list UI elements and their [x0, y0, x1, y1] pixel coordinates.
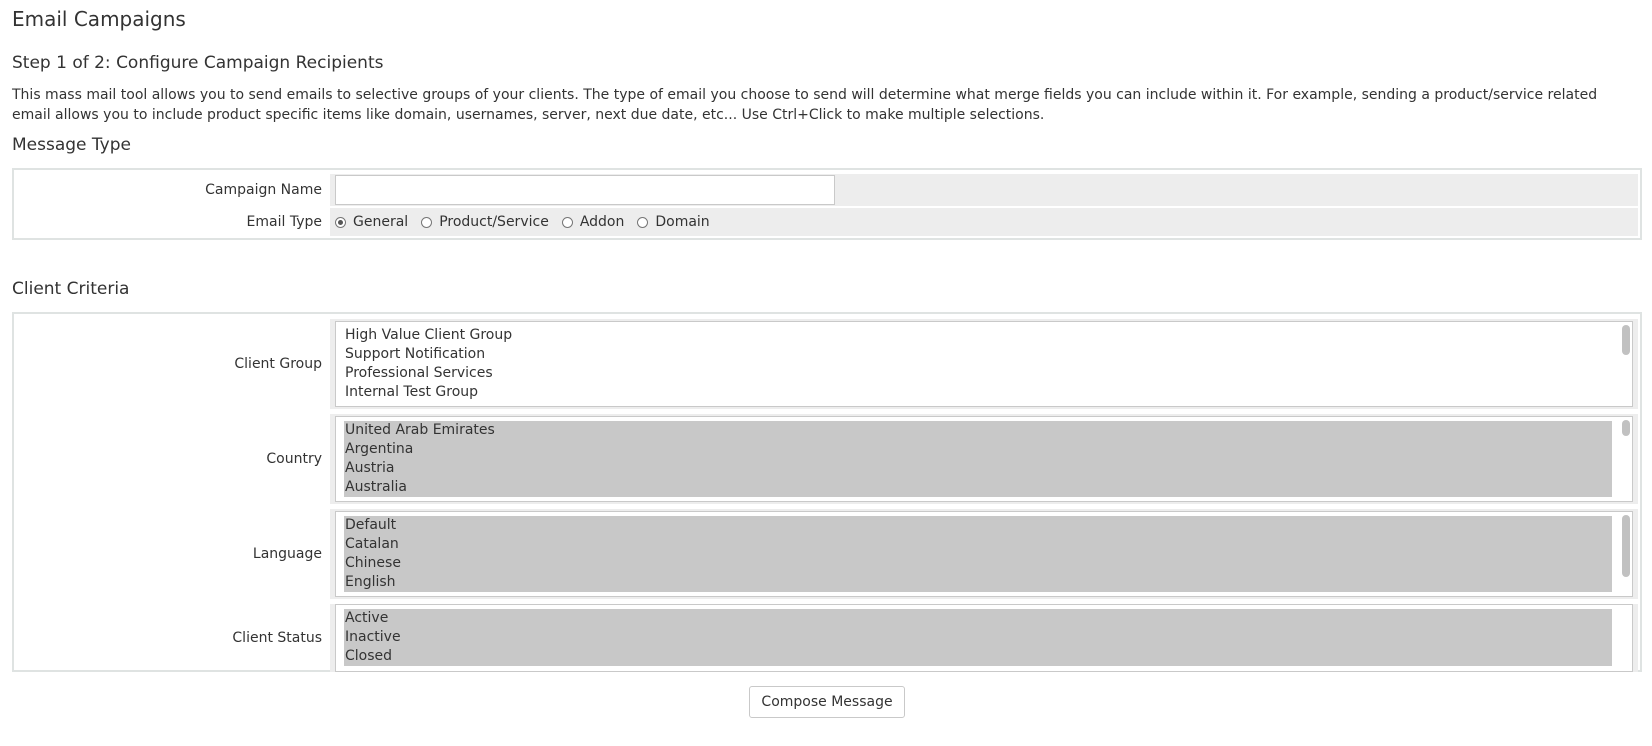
scrollbar-thumb[interactable]: [1622, 325, 1630, 355]
email-type-label: Email Type: [246, 214, 322, 230]
campaign-name-label: Campaign Name: [205, 182, 322, 198]
form-actions: Compose Message: [12, 686, 1642, 718]
language-option[interactable]: English: [344, 573, 1612, 592]
language-option[interactable]: Chinese: [344, 554, 1612, 573]
client-group-label: Client Group: [234, 356, 322, 372]
addon-radio-label: Addon: [579, 214, 625, 230]
country-label: Country: [266, 451, 322, 467]
page-title: Email Campaigns: [12, 7, 186, 31]
country-row: Country United Arab Emirates Argentina A…: [16, 414, 1638, 504]
language-row: Language Default Catalan Chinese English: [16, 509, 1638, 599]
country-option[interactable]: Argentina: [344, 440, 1612, 459]
client-status-label: Client Status: [232, 630, 322, 646]
campaign-name-row: Campaign Name: [16, 174, 1638, 206]
client-status-option[interactable]: Active: [344, 609, 1612, 628]
language-scrollbar[interactable]: [1622, 515, 1630, 593]
domain-radio[interactable]: [637, 216, 649, 228]
client-group-option[interactable]: Internal Test Group: [344, 383, 1612, 402]
general-radio-label: General: [353, 214, 409, 230]
client-group-listbox[interactable]: High Value Client Group Support Notifica…: [335, 321, 1633, 407]
client-group-option[interactable]: Support Notification: [344, 345, 1612, 364]
email-type-product-service-option[interactable]: Product/Service: [421, 214, 549, 230]
email-type-addon-option[interactable]: Addon: [561, 214, 625, 230]
country-scrollbar[interactable]: [1622, 420, 1630, 498]
client-status-option[interactable]: Inactive: [344, 628, 1612, 647]
product-service-radio[interactable]: [421, 216, 433, 228]
campaign-name-input[interactable]: [335, 175, 835, 205]
country-option[interactable]: Australia: [344, 478, 1612, 497]
language-option[interactable]: Catalan: [344, 535, 1612, 554]
client-status-option[interactable]: Closed: [344, 647, 1612, 666]
message-type-section: Campaign Name Email Type General Product…: [12, 168, 1642, 240]
client-group-row: Client Group High Value Client Group Sup…: [16, 319, 1638, 409]
language-cell: Default Catalan Chinese English: [330, 509, 1638, 599]
email-type-domain-option[interactable]: Domain: [637, 214, 710, 230]
client-status-listbox[interactable]: Active Inactive Closed: [335, 604, 1633, 672]
client-group-option[interactable]: Professional Services: [344, 364, 1612, 383]
client-status-cell: Active Inactive Closed: [330, 604, 1638, 672]
country-option[interactable]: Austria: [344, 459, 1612, 478]
country-listbox[interactable]: United Arab Emirates Argentina Austria A…: [335, 416, 1633, 502]
client-group-cell: High Value Client Group Support Notifica…: [330, 319, 1638, 409]
product-service-radio-label: Product/Service: [439, 214, 549, 230]
client-criteria-title: Client Criteria: [12, 279, 130, 299]
language-option[interactable]: Default: [344, 516, 1612, 535]
email-campaigns-page: Email Campaigns Step 1 of 2: Configure C…: [0, 0, 1652, 718]
general-radio[interactable]: [335, 216, 346, 228]
scrollbar-thumb[interactable]: [1622, 420, 1630, 436]
description: This mass mail tool allows you to send e…: [12, 87, 1598, 123]
campaign-name-cell: [330, 174, 1638, 206]
country-option[interactable]: United Arab Emirates: [344, 421, 1612, 440]
client-group-scrollbar[interactable]: [1622, 325, 1630, 403]
email-type-options: General Product/Service Addon Domain: [330, 208, 1638, 236]
domain-radio-label: Domain: [655, 214, 710, 230]
client-criteria-section: Client Group High Value Client Group Sup…: [12, 312, 1642, 672]
country-cell: United Arab Emirates Argentina Austria A…: [330, 414, 1638, 504]
compose-message-button[interactable]: Compose Message: [749, 686, 905, 718]
message-type-title: Message Type: [12, 135, 131, 155]
addon-radio[interactable]: [561, 216, 573, 228]
scrollbar-thumb[interactable]: [1622, 515, 1630, 577]
email-type-general-option[interactable]: General: [335, 214, 408, 230]
client-group-option[interactable]: High Value Client Group: [344, 326, 1612, 345]
client-status-row: Client Status Active Inactive Closed: [16, 604, 1638, 672]
email-type-row: Email Type General Product/Service Addon…: [16, 208, 1638, 236]
language-label: Language: [252, 546, 322, 562]
step-title: Step 1 of 2: Configure Campaign Recipien…: [12, 53, 384, 73]
language-listbox[interactable]: Default Catalan Chinese English: [335, 511, 1633, 597]
